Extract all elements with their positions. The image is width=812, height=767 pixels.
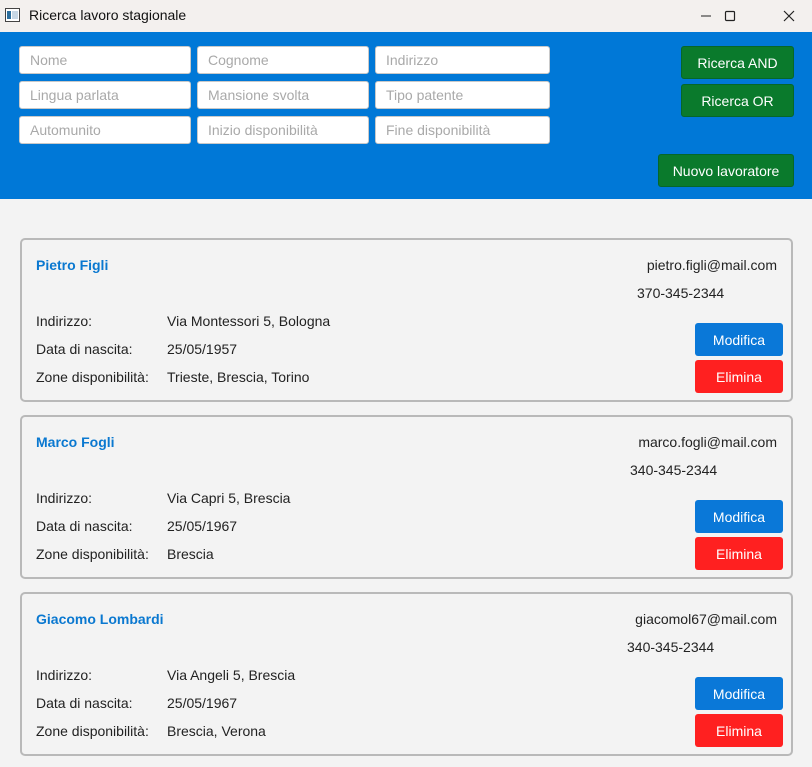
search-and-button[interactable]: Ricerca AND — [681, 46, 794, 79]
close-icon — [783, 10, 795, 22]
search-toolbar: Ricerca AND Ricerca OR Nuovo lavoratore — [0, 32, 812, 199]
worker-name: Pietro Figli — [36, 257, 109, 273]
birth-label: Data di nascita: — [36, 518, 133, 534]
indirizzo-input[interactable] — [375, 46, 550, 74]
worker-card: Giacomo Lombardi giacomol67@mail.com 340… — [20, 592, 793, 756]
worker-card: Pietro Figli pietro.figli@mail.com 370-3… — [20, 238, 793, 402]
address-label: Indirizzo: — [36, 667, 93, 683]
address-value: Via Angeli 5, Brescia — [167, 667, 296, 683]
edit-button[interactable]: Modifica — [695, 500, 783, 533]
zones-label: Zone disponibilità: — [36, 723, 149, 739]
title-bar: Ricerca lavoro stagionale — [0, 0, 812, 32]
nome-input[interactable] — [19, 46, 191, 74]
worker-email: marco.fogli@mail.com — [638, 434, 777, 450]
address-value: Via Capri 5, Brescia — [167, 490, 291, 506]
zones-value: Brescia — [167, 546, 214, 562]
birth-value: 25/05/1967 — [167, 518, 238, 534]
search-or-button[interactable]: Ricerca OR — [681, 84, 794, 117]
inizio-disponibilita-input[interactable] — [197, 116, 369, 144]
delete-button[interactable]: Elimina — [695, 537, 783, 570]
window-title: Ricerca lavoro stagionale — [29, 7, 187, 23]
fine-disponibilita-input[interactable] — [375, 116, 550, 144]
zones-label: Zone disponibilità: — [36, 369, 149, 385]
delete-button[interactable]: Elimina — [695, 360, 783, 393]
birth-value: 25/05/1967 — [167, 695, 238, 711]
app-icon — [5, 8, 20, 22]
lingua-input[interactable] — [19, 81, 191, 109]
worker-name: Giacomo Lombardi — [36, 611, 164, 627]
zones-value: Brescia, Verona — [167, 723, 266, 739]
delete-button[interactable]: Elimina — [695, 714, 783, 747]
worker-card: Marco Fogli marco.fogli@mail.com 340-345… — [20, 415, 793, 579]
new-worker-button[interactable]: Nuovo lavoratore — [658, 154, 794, 187]
worker-email: pietro.figli@mail.com — [646, 257, 777, 273]
mansione-input[interactable] — [197, 81, 369, 109]
birth-label: Data di nascita: — [36, 341, 133, 357]
maximize-icon — [724, 10, 736, 22]
worker-name: Marco Fogli — [36, 434, 115, 450]
address-label: Indirizzo: — [36, 490, 93, 506]
worker-email: giacomol67@mail.com — [635, 611, 777, 627]
worker-phone: 340-345-2344 — [630, 462, 718, 478]
address-label: Indirizzo: — [36, 313, 93, 329]
patente-input[interactable] — [375, 81, 550, 109]
cognome-input[interactable] — [197, 46, 369, 74]
edit-button[interactable]: Modifica — [695, 677, 783, 710]
automunito-input[interactable] — [19, 116, 191, 144]
zones-label: Zone disponibilità: — [36, 546, 149, 562]
zones-value: Trieste, Brescia, Torino — [167, 369, 310, 385]
address-value: Via Montessori 5, Bologna — [167, 313, 331, 329]
birth-value: 25/05/1957 — [167, 341, 238, 357]
close-button[interactable] — [766, 0, 812, 32]
worker-phone: 370-345-2344 — [637, 285, 725, 301]
birth-label: Data di nascita: — [36, 695, 133, 711]
maximize-button[interactable] — [707, 0, 753, 32]
edit-button[interactable]: Modifica — [695, 323, 783, 356]
worker-phone: 340-345-2344 — [627, 639, 715, 655]
